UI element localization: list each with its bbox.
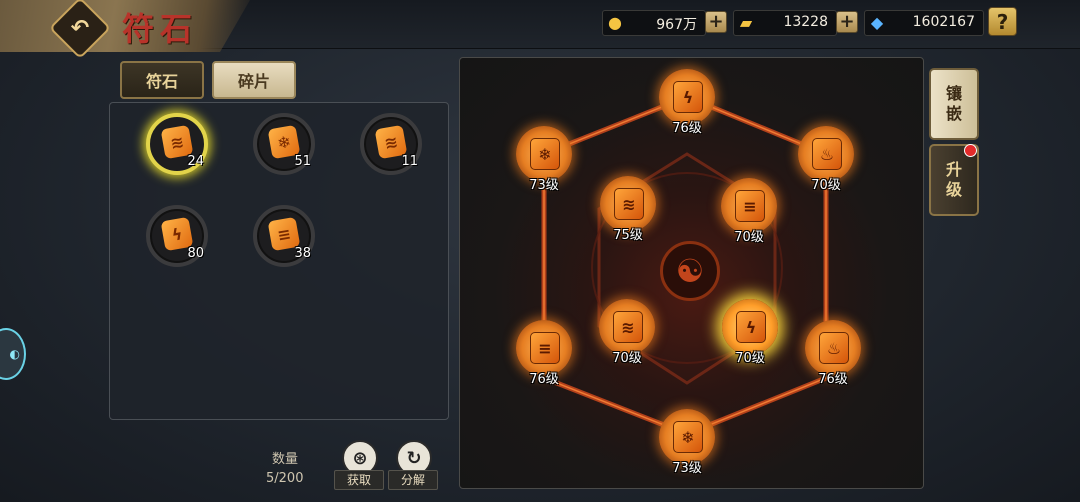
rune-slot-inner-lower-left[interactable]: ≋ 70级 [599, 299, 655, 366]
blue-crystal-icon: ◆ [870, 12, 884, 32]
add-ingot-button[interactable]: + [836, 11, 858, 33]
obtain-label: 获取 [334, 470, 384, 490]
rune-level: 73级 [672, 461, 702, 476]
tornado-icon: ≡ [530, 332, 560, 364]
wind-icon: ≋ [614, 188, 644, 220]
rune-level: 70级 [612, 351, 642, 366]
rune-level: 73级 [529, 178, 559, 193]
obtain-button[interactable]: ⊛ 获取 [334, 440, 384, 500]
gold-ingot-icon: ▰ [739, 12, 753, 32]
rune-slot-inner-lower-right[interactable]: ϟ 70级 [722, 299, 778, 366]
gold-value: 967万 [656, 17, 697, 33]
page-title: 符石 [122, 10, 199, 48]
item-count: 24 [187, 154, 204, 169]
thunder-icon: ϟ [673, 81, 703, 113]
inlay-label: 镶嵌 [945, 84, 962, 123]
gold-coin-icon: ● [608, 12, 622, 32]
inlay-button[interactable]: 镶嵌 [929, 68, 979, 140]
rune-slot-upper-right[interactable]: ♨ 70级 [798, 126, 854, 193]
rune-level: 76级 [818, 372, 848, 387]
inventory-item[interactable]: ≋ 11 [360, 113, 422, 175]
rune-slot-inner-upper-right[interactable]: ≡ 70级 [721, 178, 777, 245]
add-gold-button[interactable]: + [705, 11, 727, 33]
tornado-icon: ≡ [735, 190, 765, 222]
crystal-value: 1602167 [912, 14, 975, 30]
inventory-item[interactable]: ϟ 80 [146, 205, 208, 267]
tab-runes[interactable]: 符石 [120, 61, 204, 99]
help-button[interactable]: ? [988, 7, 1017, 36]
rune-slot-lower-left[interactable]: ≡ 76级 [516, 320, 572, 387]
inventory-panel: ≋ 24 ❄ 51 ≋ 11 ϟ 80 ≡ 38 [109, 102, 449, 420]
rune-level: 70级 [811, 178, 841, 193]
yin-yang-bagua-icon: ☯ [660, 241, 720, 301]
rune-slot-inner-upper-left[interactable]: ≋ 75级 [600, 176, 656, 243]
capacity-value: 5/200 [266, 471, 304, 486]
crystal-resource: ◆ 1602167 [864, 10, 984, 36]
floating-assistant-icon[interactable]: ◐ [0, 328, 26, 380]
rune-slot-upper-left[interactable]: ❄ 73级 [516, 126, 572, 193]
thunder-icon: ϟ [736, 311, 766, 343]
rune-level: 75级 [613, 228, 643, 243]
rune-slot-bottom[interactable]: ❄ 73级 [659, 409, 715, 476]
gold-resource: ● 967万 [602, 10, 706, 36]
fire-icon: ♨ [812, 138, 842, 170]
capacity-label: 数量 [272, 452, 299, 467]
inventory-item[interactable]: ≋ 24 [146, 113, 208, 175]
tab-fragments[interactable]: 碎片 [212, 61, 296, 99]
ingot-value: 13228 [783, 14, 828, 30]
rune-slot-top[interactable]: ϟ 76级 [659, 69, 715, 136]
rune-board: ☯ ϟ 76级 ❄ 73级 ♨ 70级 ≋ 75级 ≡ 70级 ≡ 76级 ≋ … [459, 57, 924, 489]
rune-level: 76级 [529, 372, 559, 387]
item-count: 38 [294, 246, 311, 261]
ingot-resource: ▰ 13228 [733, 10, 837, 36]
ice-icon: ❄ [530, 138, 560, 170]
inventory-item[interactable]: ≡ 38 [253, 205, 315, 267]
rune-slot-lower-right[interactable]: ♨ 76级 [805, 320, 861, 387]
item-count: 80 [187, 246, 204, 261]
ice-icon: ❄ [673, 421, 703, 453]
rune-level: 70级 [734, 230, 764, 245]
upgrade-label: 升级 [945, 160, 962, 199]
back-arrow-icon: ↶ [70, 15, 90, 41]
decompose-label: 分解 [388, 470, 438, 490]
decompose-button[interactable]: ↻ 分解 [388, 440, 438, 500]
item-count: 51 [294, 154, 311, 169]
rune-level: 76级 [672, 121, 702, 136]
inventory-item[interactable]: ❄ 51 [253, 113, 315, 175]
fire-icon: ♨ [819, 332, 849, 364]
wind-icon: ≋ [613, 311, 643, 343]
item-count: 11 [401, 154, 418, 169]
rune-level: 70级 [735, 351, 765, 366]
upgrade-notice-dot [964, 144, 977, 157]
